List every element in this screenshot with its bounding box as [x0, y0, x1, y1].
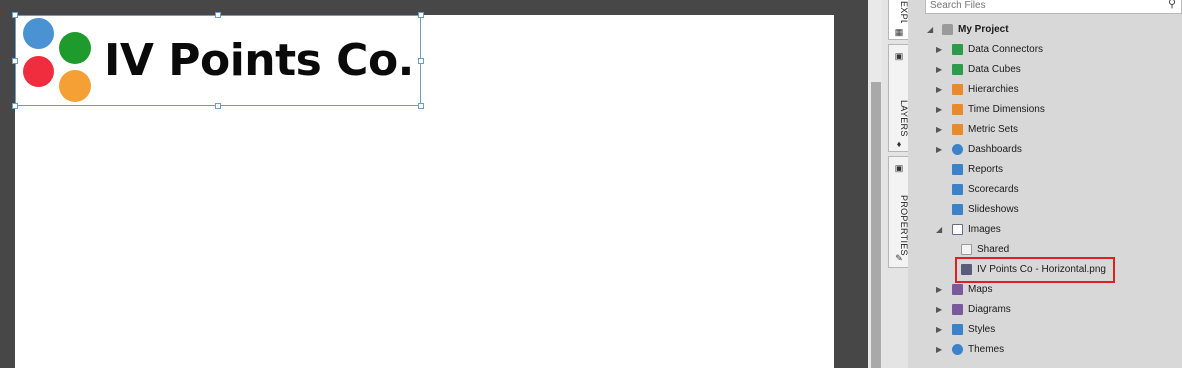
tree-item-label: Time Dimensions	[968, 104, 1045, 115]
logo-red-dot	[23, 56, 54, 87]
tree-item-label: Images	[968, 224, 1001, 235]
expand-arrow-icon[interactable]: ▶	[936, 45, 944, 55]
tree-item-label: Hierarchies	[968, 84, 1019, 95]
expand-arrow-icon[interactable]: ▶	[936, 145, 944, 155]
logo-text: IV Points Co.	[104, 35, 414, 86]
resize-handle-top-left[interactable]	[12, 12, 18, 18]
tree-item-label: Shared	[977, 244, 1010, 255]
project-label: My Project	[958, 24, 1009, 35]
highlight-annotation	[955, 257, 1115, 283]
style-icon	[952, 324, 963, 335]
tree-item-themes[interactable]: ▶ Themes	[908, 340, 1182, 360]
theme-icon	[952, 344, 963, 355]
scrollbar-thumb[interactable]	[871, 82, 881, 368]
resize-handle-left[interactable]	[12, 58, 18, 64]
tree-item-label: Dashboards	[968, 144, 1022, 155]
expand-arrow-icon[interactable]: ▶	[936, 325, 944, 335]
tree-item-images[interactable]: ◢ Images	[908, 220, 1182, 240]
tree-item-diagrams[interactable]: ▶ Diagrams	[908, 300, 1182, 320]
expand-arrow-icon[interactable]: ▶	[936, 65, 944, 75]
tree-item-label: Maps	[968, 284, 993, 295]
search-input[interactable]	[930, 0, 1150, 12]
tree-item-label: Data Connectors	[968, 44, 1044, 55]
project-icon	[942, 24, 953, 35]
properties-panel-icon: ▣	[894, 163, 904, 173]
collapse-arrow-icon[interactable]: ◢	[927, 25, 935, 35]
metric-set-icon	[952, 124, 963, 135]
tree-item-label: Metric Sets	[968, 124, 1019, 135]
expand-arrow-icon[interactable]: ▶	[936, 125, 944, 135]
dashboard-icon	[952, 144, 963, 155]
hierarchy-icon	[952, 84, 963, 95]
expand-arrow-icon[interactable]: ▶	[936, 105, 944, 115]
tree-item-label: Scorecards	[968, 184, 1019, 195]
logo-blue-dot	[23, 18, 54, 49]
scorecard-icon	[952, 184, 963, 195]
tree-item-label: Slideshows	[968, 204, 1019, 215]
time-dimension-icon	[952, 104, 963, 115]
diagram-icon	[952, 304, 963, 315]
tree-item-data-connectors[interactable]: ▶ Data Connectors	[908, 40, 1182, 60]
logo-orange-dot	[59, 70, 91, 102]
logo-green-dot	[59, 32, 91, 64]
expand-arrow-icon[interactable]: ▶	[936, 85, 944, 95]
layers-icon: ♦	[896, 139, 902, 149]
tree-item-label: Themes	[968, 344, 1005, 355]
search-icon[interactable]: ⚲	[1168, 0, 1176, 10]
tree-item-maps[interactable]: ▶ Maps	[908, 280, 1182, 300]
tree-item-label: Styles	[968, 324, 996, 335]
slideshow-icon	[952, 204, 963, 215]
tree-item-label: Diagrams	[968, 304, 1011, 315]
tree-item-hierarchies[interactable]: ▶ Hierarchies	[908, 80, 1182, 100]
tree-item-metric-sets[interactable]: ▶ Metric Sets	[908, 120, 1182, 140]
collapse-arrow-icon[interactable]: ◢	[936, 225, 944, 235]
tab-explorer-label: EXPLORER	[889, 1, 909, 23]
tree-item-label: Reports	[968, 164, 1004, 175]
explorer-tab-icon: ▦	[894, 27, 904, 37]
tree-item-slideshows[interactable]: Slideshows	[908, 200, 1182, 220]
tree-item-styles[interactable]: ▶ Styles	[908, 320, 1182, 340]
tab-layers-label: LAYERS	[899, 99, 909, 137]
expand-arrow-icon[interactable]: ▶	[936, 285, 944, 295]
tree-item-dashboards[interactable]: ▶ Dashboards	[908, 140, 1182, 160]
expand-arrow-icon[interactable]: ▶	[936, 345, 944, 355]
explorer-panel: ⚲ ◢ My Project ▶ Data Connectors ▶ Data …	[908, 0, 1182, 368]
side-tab-strip: EXPLORER ▦ ▣ LAYERS ♦ ▣ PROPERTIES ✎	[882, 0, 909, 368]
resize-handle-bottom[interactable]	[215, 103, 221, 109]
data-cube-icon	[952, 64, 963, 75]
resize-handle-top[interactable]	[215, 12, 221, 18]
search-box[interactable]: ⚲	[925, 0, 1182, 14]
layers-panel-icon: ▣	[894, 51, 904, 61]
tree-item-time-dimensions[interactable]: ▶ Time Dimensions	[908, 100, 1182, 120]
expand-arrow-icon[interactable]: ▶	[936, 305, 944, 315]
resize-handle-right[interactable]	[418, 58, 424, 64]
tree-item-data-cubes[interactable]: ▶ Data Cubes	[908, 60, 1182, 80]
resize-handle-bottom-right[interactable]	[418, 103, 424, 109]
tab-properties-label: PROPERTIES	[899, 195, 909, 256]
logo-image[interactable]: IV Points Co.	[15, 15, 421, 106]
data-connector-icon	[952, 44, 963, 55]
pencil-icon: ✎	[895, 253, 903, 263]
tab-layers[interactable]: ▣ LAYERS ♦	[888, 44, 909, 152]
tree-item-label: Data Cubes	[968, 64, 1021, 75]
tree-item-my-project[interactable]: ◢ My Project	[908, 20, 1182, 40]
map-icon	[952, 284, 963, 295]
tree-item-reports[interactable]: Reports	[908, 160, 1182, 180]
resize-handle-top-right[interactable]	[418, 12, 424, 18]
resize-handle-bottom-left[interactable]	[12, 103, 18, 109]
report-icon	[952, 164, 963, 175]
images-icon	[952, 224, 963, 235]
folder-icon	[961, 244, 972, 255]
tab-explorer[interactable]: EXPLORER ▦	[888, 0, 909, 40]
tab-properties[interactable]: ▣ PROPERTIES ✎	[888, 156, 909, 268]
tree-item-scorecards[interactable]: Scorecards	[908, 180, 1182, 200]
